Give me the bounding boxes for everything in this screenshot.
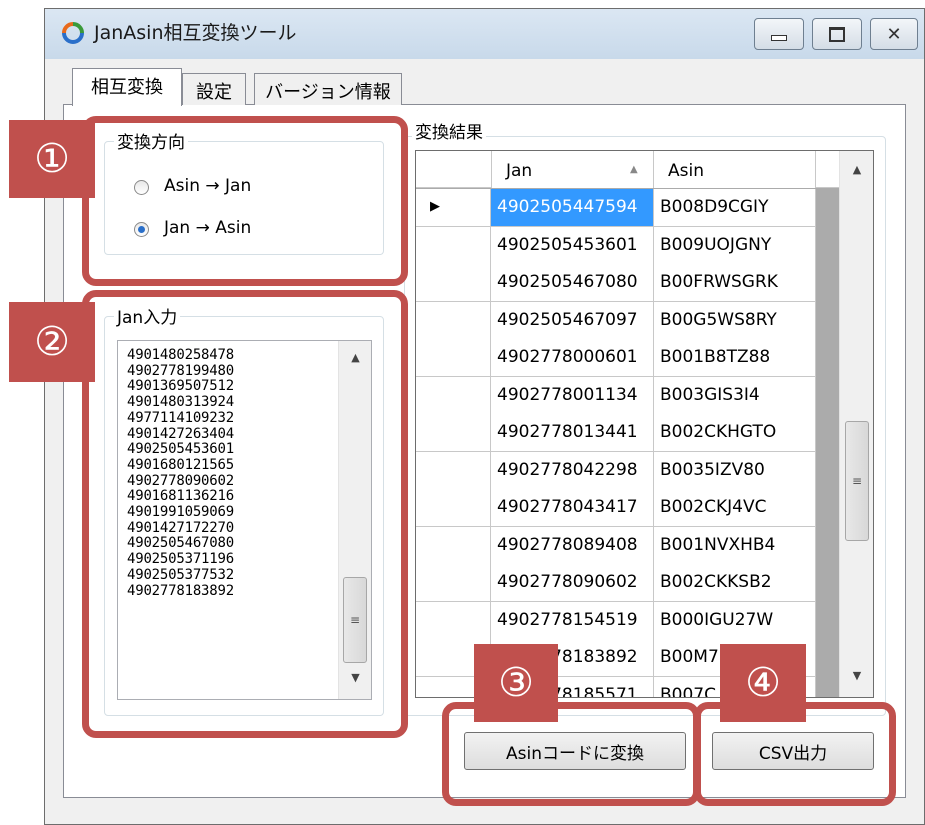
scroll-down-icon[interactable]: ▼ [840,669,874,682]
row-header[interactable] [416,489,491,527]
cell-asin[interactable]: B002CKHGTO [654,414,816,452]
table-row[interactable]: 4902778090602 B002CKKSB2 [416,564,839,602]
table-row[interactable]: 4902778043417 B002CKJ4VC [416,489,839,527]
row-header[interactable] [416,527,491,565]
table-row[interactable]: 4902505453601 B009UOJGNY [416,227,839,265]
row-header[interactable] [416,377,491,415]
table-row[interactable]: ▶ 4902505447594 B008D9CGIY [416,189,839,227]
close-icon: ✕ [886,23,902,45]
cell-jan[interactable]: 4902778042298 [491,452,654,490]
callout-box-2 [82,290,408,738]
table-row[interactable]: 4902778154519 B000IGU27W [416,602,839,640]
row-header[interactable] [416,452,491,490]
table-row[interactable]: 4902778000601 B001B8TZ88 [416,339,839,377]
tab-convert[interactable]: 相互変換 [72,68,182,106]
sort-ascending-icon: ▲ [630,164,638,175]
column-header-asin[interactable]: Asin [654,151,816,188]
cell-asin[interactable]: B00FRWSGRK [654,264,816,302]
annotation-marker-1: ① [9,120,95,198]
table-row[interactable]: 4902778001134 B003GIS3I4 [416,377,839,415]
row-header[interactable] [416,414,491,452]
row-header[interactable]: ▶ [416,189,491,227]
cell-asin[interactable]: B000IGU27W [654,602,816,640]
cell-asin[interactable]: B0035IZV80 [654,452,816,490]
cell-jan[interactable]: 4902505467080 [491,264,654,302]
row-header[interactable] [416,602,491,640]
close-button[interactable]: ✕ [870,18,918,50]
result-scrollbar[interactable]: ▲ ≡ ▼ [839,151,873,697]
cell-jan[interactable]: 4902778001134 [491,377,654,415]
window-title: JanAsin相互変換ツール [94,22,297,44]
cell-jan[interactable]: 4902778000601 [491,339,654,377]
table-row[interactable]: 4902778013441 B002CKHGTO [416,414,839,452]
cell-asin[interactable]: B003GIS3I4 [654,377,816,415]
annotation-marker-3: ③ [474,644,558,722]
cell-asin[interactable]: B009UOJGNY [654,227,816,265]
row-header[interactable] [416,564,491,602]
row-header[interactable] [416,264,491,302]
cell-asin[interactable]: B002CKKSB2 [654,564,816,602]
cell-jan[interactable]: 4902505453601 [491,227,654,265]
scrollbar-thumb[interactable]: ≡ [845,421,869,541]
row-header[interactable] [416,339,491,377]
row-header[interactable] [416,227,491,265]
cell-asin[interactable]: B001NVXHB4 [654,527,816,565]
row-header[interactable] [416,302,491,340]
table-row[interactable]: 4902778042298 B0035IZV80 [416,452,839,490]
cell-jan[interactable]: 4902778089408 [491,527,654,565]
cell-asin[interactable]: B002CKJ4VC [654,489,816,527]
minimize-icon [771,35,787,41]
cell-jan[interactable]: 4902778090602 [491,564,654,602]
table-row[interactable]: 4902778089408 B001NVXHB4 [416,527,839,565]
tab-settings[interactable]: 設定 [182,73,246,105]
column-header-asin-label: Asin [668,161,704,181]
cell-asin[interactable]: B001B8TZ88 [654,339,816,377]
result-group-label: 変換結果 [412,118,486,143]
maximize-icon [829,26,845,42]
cell-jan[interactable]: 4902505447594 [491,189,654,227]
maximize-button[interactable] [812,18,862,50]
tab-version-info[interactable]: バージョン情報 [254,73,402,105]
annotation-marker-4: ④ [720,644,806,722]
column-header-jan-label: Jan [506,161,533,181]
cell-asin[interactable]: B00G5WS8RY [654,302,816,340]
callout-box-1 [82,116,408,286]
scroll-up-icon[interactable]: ▲ [840,163,874,176]
current-row-icon: ▶ [430,199,440,214]
annotation-marker-2: ② [9,302,95,382]
cell-jan[interactable]: 4902778043417 [491,489,654,527]
table-row[interactable]: 4902505467097 B00G5WS8RY [416,302,839,340]
table-row[interactable]: 4902505467080 B00FRWSGRK [416,264,839,302]
minimize-button[interactable] [754,18,804,50]
column-header-jan[interactable]: Jan ▲ [491,151,654,188]
cell-jan[interactable]: 4902778013441 [491,414,654,452]
cell-jan[interactable]: 4902505467097 [491,302,654,340]
app-icon [60,20,86,46]
cell-asin[interactable]: B008D9CGIY [654,189,816,227]
cell-jan[interactable]: 4902778154519 [491,602,654,640]
